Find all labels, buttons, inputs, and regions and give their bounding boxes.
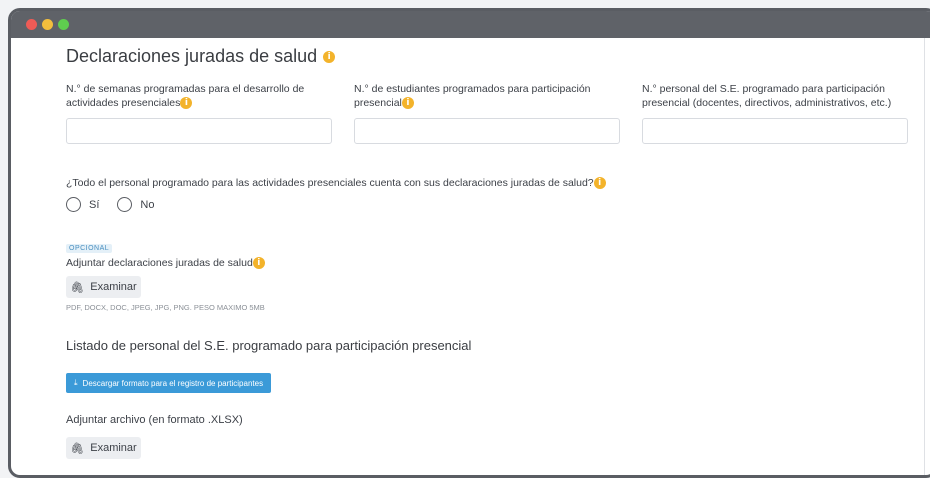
section-title: Listado de personal del S.E. programado … (66, 338, 472, 353)
weeks-label: N.° de semanas programadas para el desar… (66, 83, 305, 110)
students-input[interactable] (354, 118, 620, 144)
radio-yes[interactable] (66, 197, 81, 212)
declarations-question: ¿Todo el personal programado para las ac… (66, 177, 606, 190)
info-icon[interactable]: i (401, 97, 414, 110)
attach-file-label: Adjuntar archivo (en formato .XLSX) (66, 414, 243, 426)
paperclip-icon: 🖇 (70, 281, 85, 294)
info-icon[interactable]: i (593, 177, 606, 190)
download-icon: ⤓ (74, 378, 78, 387)
students-label: N.° de estudiantes programados para part… (354, 83, 591, 110)
radio-yes-label[interactable]: Sí (89, 199, 99, 211)
window-titlebar (11, 11, 930, 38)
info-icon[interactable]: i (252, 257, 265, 270)
minimize-window-icon[interactable] (42, 19, 53, 30)
yes-no-radio-group: Sí No (66, 197, 164, 212)
paperclip-icon: 🖇 (70, 442, 85, 455)
form-content: Declaraciones juradas de salud i N.° de … (11, 38, 930, 475)
maximize-window-icon[interactable] (58, 19, 69, 30)
download-format-button[interactable]: ⤓ Descargar formato para el registro de … (66, 373, 272, 393)
info-icon[interactable]: i (323, 50, 336, 63)
browse-declarations-button[interactable]: 🖇 Examinar (66, 276, 141, 298)
divider (924, 38, 925, 475)
optional-badge: OPCIONAL (66, 244, 113, 253)
browse-file-button[interactable]: 🖇 Examinar (66, 437, 141, 459)
weeks-input[interactable] (66, 118, 332, 144)
close-window-icon[interactable] (26, 19, 37, 30)
staff-input[interactable] (642, 118, 908, 144)
attach-declarations-label: Adjuntar declaraciones juradas de salud i (66, 256, 265, 270)
staff-label: N.° personal del S.E. programado para pa… (642, 83, 892, 109)
radio-no-label[interactable]: No (140, 199, 154, 211)
allowed-formats-note: PDF, DOCX, DOC, JPEG, JPG, PNG. PESO MAX… (66, 303, 265, 312)
radio-no[interactable] (117, 197, 133, 212)
info-icon[interactable]: i (180, 97, 193, 110)
page-title: Declaraciones juradas de salud i (66, 46, 336, 67)
browser-window: Declaraciones juradas de salud i N.° de … (8, 8, 930, 478)
